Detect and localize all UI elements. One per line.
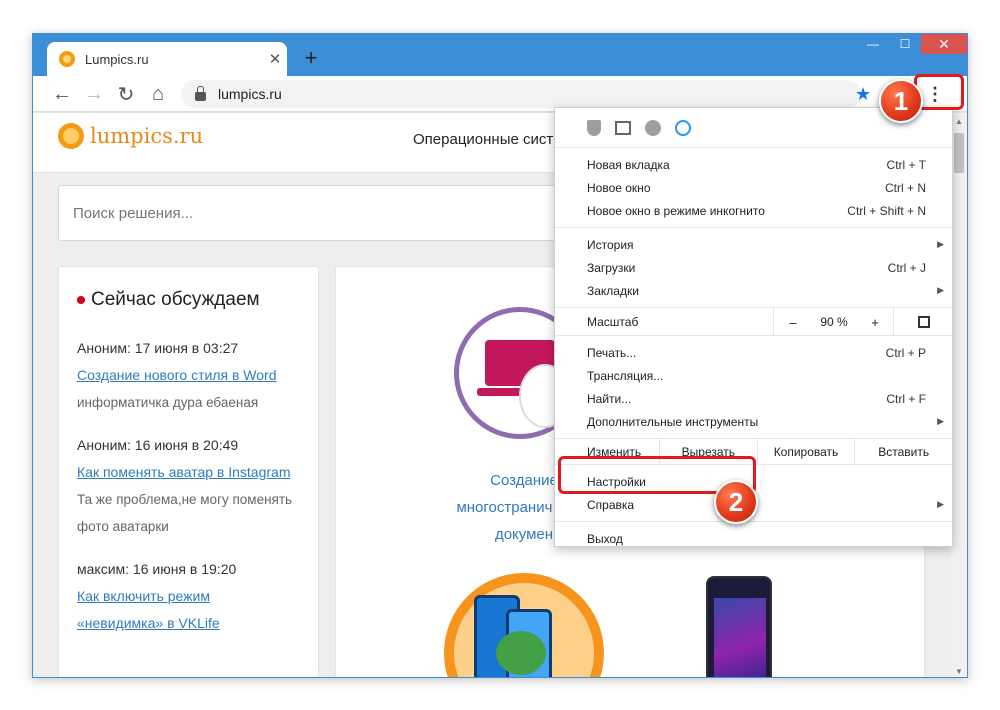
favicon-orange-icon bbox=[59, 51, 75, 67]
comment-item: Аноним: 16 июня в 20:49 Как поменять ава… bbox=[77, 432, 300, 540]
menu-item-label: История bbox=[587, 237, 634, 252]
menu-zoom-row: Масштаб – 90 % + bbox=[555, 308, 952, 336]
phone-weather-illustration-icon[interactable] bbox=[444, 573, 604, 677]
menu-bookmarks[interactable]: Закладки ▶ bbox=[555, 279, 952, 302]
menu-shortcut: Ctrl + F bbox=[886, 391, 926, 406]
menu-group-exit: Выход bbox=[555, 522, 952, 555]
sync-extension-icon[interactable] bbox=[675, 119, 691, 136]
tab-strip: Lumpics.ru ✕ + — ☐ ✕ bbox=[33, 34, 967, 76]
scroll-down-icon[interactable]: ▼ bbox=[951, 663, 967, 677]
site-search-input[interactable]: Поиск решения... bbox=[58, 185, 618, 241]
comment-body: Та же проблема,не могу поменять фото ава… bbox=[77, 492, 293, 534]
menu-find[interactable]: Найти... Ctrl + F bbox=[555, 387, 952, 410]
tab-title: Lumpics.ru bbox=[85, 51, 149, 67]
tab-lumpics[interactable]: Lumpics.ru ✕ bbox=[47, 42, 287, 76]
menu-item-label: Выход bbox=[587, 531, 623, 546]
orange-logo-icon bbox=[58, 123, 84, 149]
menu-item-label: Новое окно bbox=[587, 180, 651, 195]
comment-body: информатичка дура ебаеная bbox=[77, 395, 259, 410]
menu-item-label: Дополнительные инструменты bbox=[587, 414, 759, 429]
zoom-controls: – 90 % + bbox=[773, 308, 953, 336]
site-logo[interactable]: lumpics.ru bbox=[58, 123, 203, 149]
reload-icon[interactable]: ↻ bbox=[113, 81, 139, 107]
menu-new-window[interactable]: Новое окно Ctrl + N bbox=[555, 176, 952, 199]
live-dot-icon bbox=[77, 296, 85, 304]
menu-item-label: Новая вкладка bbox=[587, 157, 670, 172]
sidebar-title-text: Сейчас обсуждаем bbox=[91, 289, 260, 310]
menu-shortcut: Ctrl + N bbox=[884, 180, 926, 195]
address-bar[interactable]: lumpics.ru bbox=[181, 80, 861, 108]
screenshot-extension-icon[interactable] bbox=[615, 120, 631, 135]
step-2-badge: 2 bbox=[714, 480, 758, 524]
smartphone-illustration-icon[interactable] bbox=[706, 576, 772, 677]
menu-item-label: Найти... bbox=[587, 391, 632, 406]
zoom-in-button[interactable]: + bbox=[856, 308, 894, 336]
shield-extension-icon[interactable] bbox=[587, 119, 601, 136]
menu-shortcut: Ctrl + P bbox=[885, 345, 926, 360]
comment-item: Аноним: 17 июня в 03:27 Создание нового … bbox=[77, 335, 300, 416]
menu-shortcut: Ctrl + Shift + N bbox=[847, 203, 926, 218]
globe-extension-icon[interactable] bbox=[645, 119, 661, 136]
scroll-up-icon[interactable]: ▲ bbox=[951, 113, 967, 129]
menu-cast[interactable]: Трансляция... bbox=[555, 364, 952, 387]
weather-cloud-shape bbox=[496, 631, 546, 675]
menu-history[interactable]: История ▶ bbox=[555, 233, 952, 256]
address-url[interactable]: lumpics.ru bbox=[218, 86, 282, 102]
sidebar-title: Сейчас обсуждаем bbox=[77, 289, 300, 311]
zoom-value: 90 % bbox=[820, 315, 848, 329]
maximize-button[interactable]: ☐ bbox=[889, 34, 921, 54]
comment-meta: Аноним: 17 июня в 03:27 bbox=[77, 340, 239, 356]
menu-exit[interactable]: Выход bbox=[555, 527, 952, 550]
menu-shortcut: Ctrl + J bbox=[887, 260, 926, 275]
menu-shortcut: Ctrl + T bbox=[886, 157, 926, 172]
fullscreen-button[interactable] bbox=[893, 308, 953, 336]
paste-button[interactable]: Вставить bbox=[854, 438, 952, 465]
submenu-arrow-icon: ▶ bbox=[937, 499, 944, 509]
home-icon[interactable]: ⌂ bbox=[145, 81, 171, 107]
site-nav-item[interactable]: Операционные сист bbox=[413, 131, 553, 148]
forward-arrow-icon[interactable]: → bbox=[81, 81, 107, 107]
menu-group-windows: Новая вкладка Ctrl + T Новое окно Ctrl + N… bbox=[555, 148, 952, 228]
step-1-badge: 1 bbox=[879, 79, 923, 123]
menu-item-label: Трансляция... bbox=[587, 368, 664, 383]
menu-group-history: История ▶ Загрузки Ctrl + J Закладки ▶ bbox=[555, 228, 952, 308]
comment-meta: максим: 16 июня в 19:20 bbox=[77, 561, 237, 577]
submenu-arrow-icon: ▶ bbox=[937, 285, 944, 295]
page-scrollbar[interactable]: ▲ ▼ bbox=[951, 113, 967, 677]
discussion-sidebar: Сейчас обсуждаем Аноним: 17 июня в 03:27… bbox=[58, 266, 319, 677]
site-logo-text: lumpics.ru bbox=[90, 124, 204, 148]
scroll-thumb[interactable] bbox=[954, 133, 964, 173]
comment-link[interactable]: Как включить режим «невидимка» в VKLife bbox=[77, 583, 300, 637]
fullscreen-icon bbox=[917, 316, 930, 328]
menu-item-label: Печать... bbox=[587, 345, 637, 360]
minimize-button[interactable]: — bbox=[857, 34, 889, 54]
tab-close-icon[interactable]: ✕ bbox=[263, 50, 287, 68]
bookmark-star-icon[interactable]: ★ bbox=[855, 84, 871, 105]
menu-group-tools: Печать... Ctrl + P Трансляция... Найти...… bbox=[555, 336, 952, 439]
menu-item-label: Новое окно в режиме инкогнито bbox=[587, 203, 765, 218]
menu-print[interactable]: Печать... Ctrl + P bbox=[555, 341, 952, 364]
comment-item: максим: 16 июня в 19:20 Как включить реж… bbox=[77, 556, 300, 637]
menu-more-tools[interactable]: Дополнительные инструменты ▶ bbox=[555, 410, 952, 433]
window-controls: — ☐ ✕ bbox=[857, 34, 967, 54]
zoom-out-button[interactable]: – bbox=[774, 308, 812, 336]
back-arrow-icon[interactable]: ← bbox=[49, 81, 75, 107]
close-window-button[interactable]: ✕ bbox=[921, 34, 967, 54]
menu-incognito-window[interactable]: Новое окно в режиме инкогнито Ctrl + Shif… bbox=[555, 199, 952, 222]
copy-button[interactable]: Копировать bbox=[756, 438, 855, 465]
comment-link[interactable]: Как поменять аватар в Instagram bbox=[77, 459, 300, 486]
submenu-arrow-icon: ▶ bbox=[937, 239, 944, 249]
comment-link[interactable]: Создание нового стиля в Word bbox=[77, 362, 300, 389]
menu-item-label: Загрузки bbox=[587, 260, 636, 275]
menu-item-label: Закладки bbox=[587, 283, 639, 298]
phone-wallpaper-shape bbox=[714, 598, 766, 677]
submenu-arrow-icon: ▶ bbox=[937, 416, 944, 426]
menu-downloads[interactable]: Загрузки Ctrl + J bbox=[555, 256, 952, 279]
lock-icon[interactable] bbox=[195, 85, 206, 101]
comment-meta: Аноним: 16 июня в 20:49 bbox=[77, 437, 239, 453]
new-tab-button[interactable]: + bbox=[299, 46, 323, 70]
menu-new-tab[interactable]: Новая вкладка Ctrl + T bbox=[555, 153, 952, 176]
